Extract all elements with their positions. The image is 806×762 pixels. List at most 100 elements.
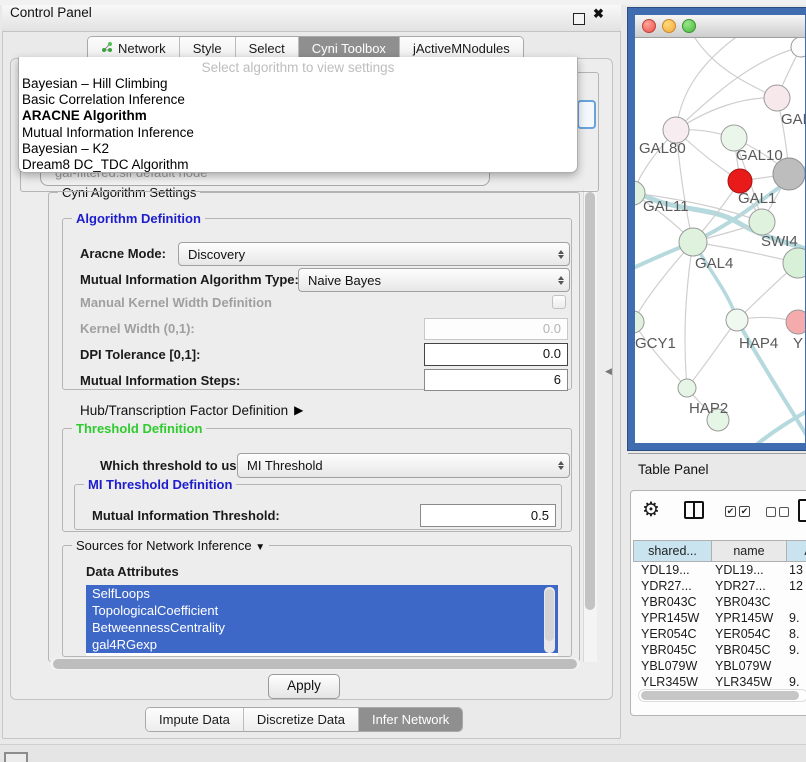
hub-definition-toggle[interactable]: Hub/Transcription Factor Definition ▶ (80, 401, 303, 419)
close-window-button[interactable] (642, 19, 656, 33)
network-node-gal[interactable] (764, 85, 790, 111)
table-header-row: shared...nameA (633, 540, 806, 562)
chevron-right-icon: ▶ (294, 403, 303, 417)
table-cell: YDR27... (633, 578, 711, 594)
network-node-gcy1[interactable] (635, 311, 644, 333)
node-label-gal: GAL (781, 111, 805, 128)
algorithm-combo-fragment[interactable] (577, 100, 596, 129)
network-edge[interactable] (685, 242, 693, 388)
table-row[interactable]: YBR045CYBR045C9. (633, 642, 806, 658)
table-cell: YLR345W (711, 674, 786, 690)
table-cell (786, 594, 806, 610)
close-icon[interactable]: ✖ (593, 6, 604, 22)
mi-threshold-input[interactable]: 0.5 (420, 504, 556, 527)
manual-kernel-checkbox[interactable] (552, 295, 566, 309)
dpi-tolerance-label: DPI Tolerance [0,1]: (80, 347, 200, 362)
table-cell: YLR345W (633, 674, 711, 690)
mi-steps-input[interactable]: 6 (424, 369, 568, 391)
table-row[interactable]: YBL079WYBL079W (633, 658, 806, 674)
attributes-scrollbar-thumb[interactable] (545, 589, 554, 641)
aracne-mode-select[interactable]: Discovery (178, 242, 570, 266)
node-label-hap2: HAP2 (689, 400, 728, 417)
kernel-width-label: Kernel Width (0,1): (80, 321, 195, 336)
table-row[interactable]: YDL19...YDL19...13 (633, 562, 806, 578)
attribute-item-topologicalcoefficient[interactable]: TopologicalCoefficient (86, 602, 558, 619)
float-window-icon[interactable] (573, 13, 585, 25)
network-node-hap4[interactable] (726, 309, 748, 331)
table-row[interactable]: YDR27...YDR27...12 (633, 578, 806, 594)
which-threshold-select[interactable]: MI Threshold (237, 453, 570, 478)
dropdown-placeholder: Select algorithm to view settings (19, 59, 577, 76)
column-header-shared[interactable]: shared... (633, 540, 711, 562)
table-panel-title: Table Panel (638, 453, 709, 487)
network-edge[interactable] (755, 408, 805, 443)
table-cell: 9. (786, 642, 806, 658)
network-window-titlebar (635, 15, 805, 38)
table-cell: YBR045C (633, 642, 711, 658)
network-edge[interactable] (695, 38, 777, 98)
network-node-gal1[interactable] (749, 209, 775, 235)
minimize-window-button[interactable] (662, 19, 676, 33)
dropdown-item-bayesian-hill-climbing[interactable]: Bayesian – Hill Climbing (19, 76, 577, 92)
table-body: YDL19...YDL19...13YDR27...YDR27...12YBR0… (633, 562, 806, 706)
dpi-tolerance-input[interactable]: 0.0 (424, 343, 568, 366)
node-label-y: Y (793, 335, 803, 352)
table-row[interactable]: YLR345WYLR345W9. (633, 674, 806, 690)
network-canvas[interactable]: GALGAL80GAL10GAL1GAL11GAL4SWI4GCY1HAP4YH… (635, 38, 805, 443)
table-cell: 9. (786, 610, 806, 626)
table-cell: YBL079W (633, 658, 711, 674)
table-cell: YBR045C (711, 642, 786, 658)
table-cell: YDL19... (711, 562, 786, 578)
settings-vscrollbar-thumb[interactable] (585, 192, 595, 610)
network-edge[interactable] (676, 98, 777, 130)
sources-toggle[interactable]: Sources for Network Inference ▼ (72, 538, 269, 553)
table-cell: YPR145W (711, 610, 786, 626)
network-edge[interactable] (635, 322, 687, 388)
partial-toolbar-icon[interactable] (798, 499, 806, 522)
select-all-icon[interactable]: ✔✔ (725, 506, 750, 517)
gear-icon[interactable]: ⚙ (642, 500, 660, 520)
control-panel-title: Control Panel (10, 0, 92, 26)
node-label-gal4: GAL4 (695, 255, 733, 272)
stepper-arrows-icon (553, 250, 569, 259)
dropdown-item-aracne-algorithm[interactable]: ARACNE Algorithm (19, 108, 577, 124)
network-node-y[interactable] (786, 310, 805, 334)
table-hscrollbar-thumb[interactable] (641, 691, 799, 700)
tab-infer-network[interactable]: Infer Network (359, 708, 462, 731)
dropdown-item-dream8-dc-tdc-algorithm[interactable]: Dream8 DC_TDC Algorithm (19, 157, 577, 173)
dropdown-item-bayesian-k2[interactable]: Bayesian – K2 (19, 141, 577, 157)
table-cell: YER054C (633, 626, 711, 642)
dropdown-item-basic-correlation-inference[interactable]: Basic Correlation Inference (19, 92, 577, 108)
attribute-item-betweennesscentrality[interactable]: BetweennessCentrality (86, 619, 558, 636)
table-row[interactable]: YPR145WYPR145W9. (633, 610, 806, 626)
group-title: Algorithm Definition (72, 211, 205, 226)
tab-impute-data[interactable]: Impute Data (146, 708, 244, 731)
settings-hscrollbar-thumb[interactable] (53, 659, 577, 669)
algorithm-dropdown-list: Select algorithm to view settings Bayesi… (18, 57, 578, 173)
network-node[interactable] (791, 38, 805, 57)
attribute-item-selfloops[interactable]: SelfLoops (86, 585, 558, 602)
kernel-width-input[interactable]: 0.0 (424, 318, 568, 340)
tab-label: Network (118, 41, 166, 56)
node-label-gal1: GAL1 (738, 190, 776, 207)
column-header-name[interactable]: name (711, 540, 786, 562)
control-panel-titlebar (2, 5, 621, 32)
table-cell: YBR043C (711, 594, 786, 610)
table-row[interactable]: YBR043CYBR043C (633, 594, 806, 610)
apply-button[interactable]: Apply (268, 674, 340, 699)
deselect-all-icon[interactable] (766, 507, 789, 517)
pane-divider-arrow[interactable]: ◀ (605, 366, 612, 377)
dropdown-item-mutual-information-inference[interactable]: Mutual Information Inference (19, 125, 577, 141)
column-header-a[interactable]: A (786, 540, 806, 562)
node-label-gal80: GAL80 (639, 140, 686, 157)
tab-discretize-data[interactable]: Discretize Data (244, 708, 359, 731)
table-row[interactable]: YER054CYER054C8. (633, 626, 806, 642)
mi-type-select[interactable]: Naive Bayes (298, 268, 570, 292)
attribute-item-gal4rgexp[interactable]: gal4RGexp (86, 636, 558, 653)
minimized-panel-icon[interactable] (4, 752, 28, 762)
network-edge[interactable] (687, 320, 737, 388)
network-node-hap2[interactable] (678, 379, 696, 397)
zoom-window-button[interactable] (682, 19, 696, 33)
network-node-gal4[interactable] (679, 228, 707, 256)
aracne-mode-label: Aracne Mode: (80, 242, 166, 266)
